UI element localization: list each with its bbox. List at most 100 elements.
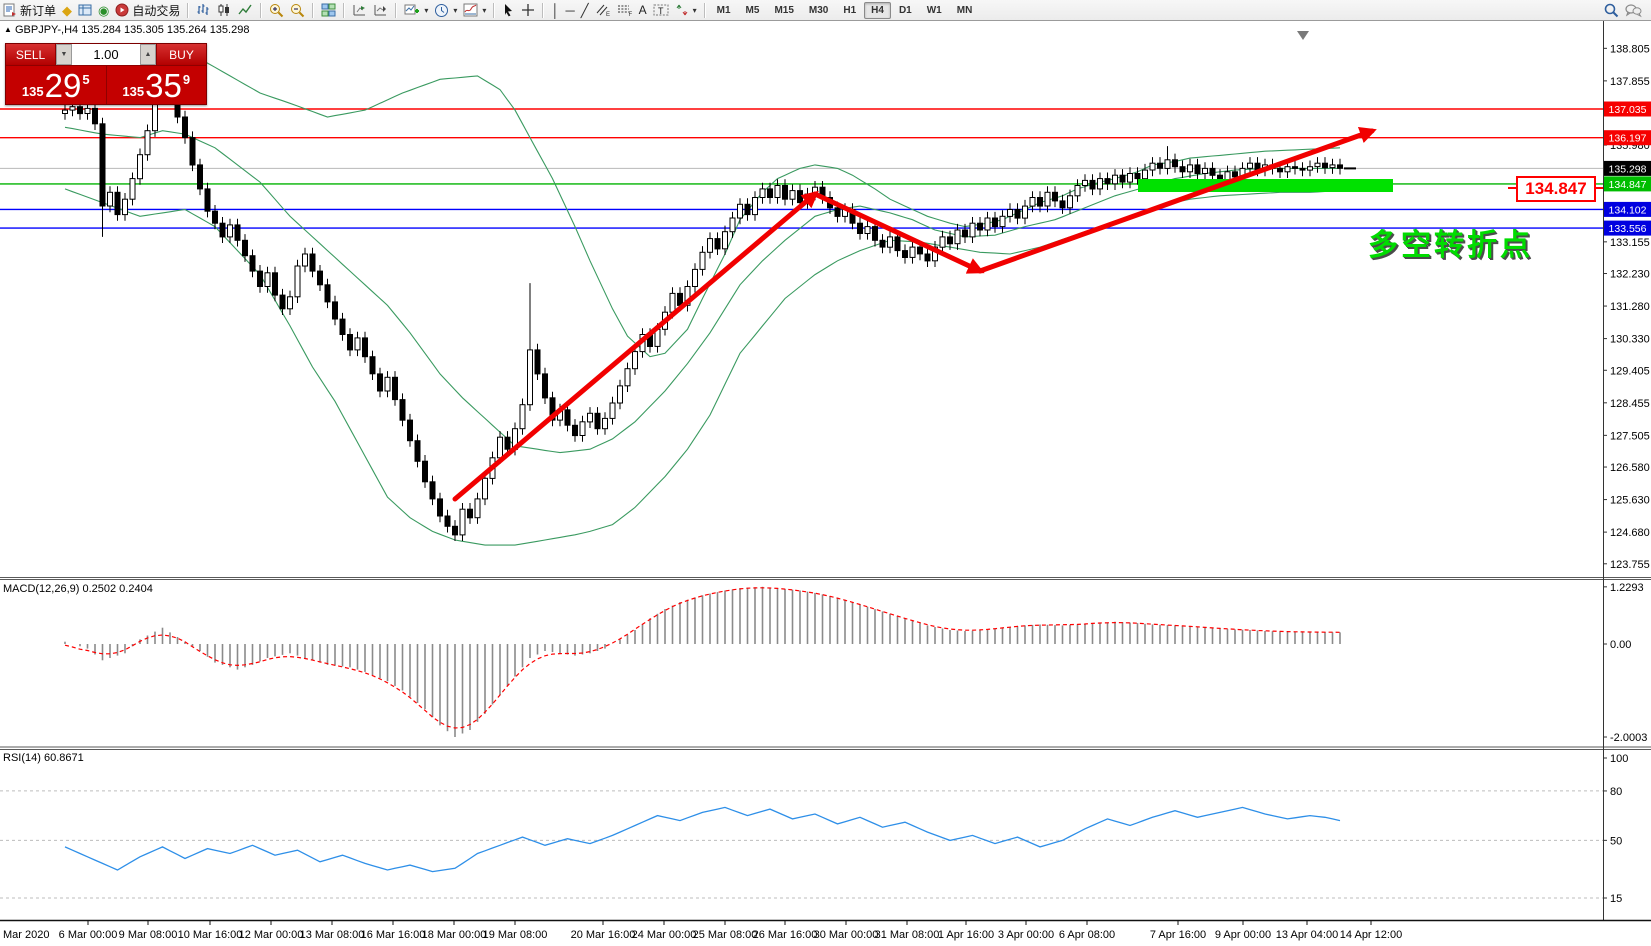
candle-body (1278, 168, 1283, 171)
candle-body (325, 285, 330, 302)
buy-price-prefix: 135 (122, 84, 144, 99)
candle-body (460, 509, 465, 535)
arrows-button[interactable]: ▾ (672, 1, 700, 19)
candle-body (1150, 163, 1155, 170)
candle-body (1075, 186, 1080, 196)
zoom-out-button[interactable] (287, 1, 308, 19)
price-tag-value: 133.556 (1609, 223, 1647, 235)
price-tick-label: 138.805 (1610, 43, 1650, 55)
candle-body (543, 374, 548, 398)
market-watch-button[interactable]: ◆ (59, 1, 75, 19)
trend-arrow-segment[interactable] (455, 194, 815, 499)
trendline-button[interactable]: ╱ (578, 1, 592, 19)
date-label: 10 Mar 16:00 (178, 929, 243, 941)
new-order-label: 新订单 (20, 2, 56, 19)
candle-body (798, 191, 803, 203)
rsi-panel (0, 791, 1603, 898)
candle-body (1023, 206, 1028, 218)
horizontal-line-button[interactable]: ─ (563, 1, 578, 19)
sell-button[interactable]: SELL (6, 44, 56, 65)
zoom-in-button[interactable] (266, 1, 287, 19)
timeframe-M15[interactable]: M15 (767, 2, 800, 19)
candle-body (1323, 163, 1328, 168)
sell-price[interactable]: 135 29 5 (6, 66, 107, 104)
chart-shift-marker[interactable] (1297, 31, 1309, 40)
new-chart-button[interactable]: ▾ (401, 1, 431, 19)
price-tick-label: 126.580 (1610, 462, 1650, 474)
candle-body (1233, 172, 1238, 177)
svg-text:T: T (658, 6, 664, 16)
candle-body (93, 108, 98, 123)
toolbar-right-group (1601, 1, 1645, 19)
candle-body (318, 271, 323, 285)
timeframe-MN[interactable]: MN (950, 2, 980, 19)
search-button[interactable] (1601, 1, 1622, 19)
timeframe-M1[interactable]: M1 (710, 2, 738, 19)
cursor-icon (502, 3, 515, 17)
timeframe-W1[interactable]: W1 (920, 2, 949, 19)
autotrade-button[interactable]: 自动交易 (112, 1, 183, 19)
candle-body (565, 410, 570, 425)
candle-body (948, 237, 953, 244)
candle-body (363, 338, 368, 357)
timeframe-D1[interactable]: D1 (892, 2, 919, 19)
buy-button[interactable]: BUY (156, 44, 206, 65)
equidistant-channel-button[interactable]: E (592, 1, 614, 19)
text-button[interactable]: A (636, 1, 650, 19)
candle-body (993, 218, 998, 227)
buy-price[interactable]: 135 35 9 (107, 66, 207, 104)
candle-body (790, 191, 795, 200)
data-window-button[interactable] (75, 1, 95, 19)
fibonacci-button[interactable]: F (614, 1, 636, 19)
periods-button[interactable]: ▾ (431, 1, 460, 19)
text-label-button[interactable]: T (650, 1, 672, 19)
line-chart-button[interactable] (235, 1, 256, 19)
volume-decrease-button[interactable]: ▼ (56, 44, 72, 65)
rsi-line (65, 807, 1340, 871)
chart-canvas[interactable]: 138.805137.855135.980133.155132.230131.2… (0, 0, 1651, 946)
dropdown-arrow-icon: ▾ (424, 6, 428, 15)
candle-body (783, 186, 788, 200)
candle-body (1113, 175, 1118, 184)
candle-body (603, 418, 608, 428)
navigator-button[interactable]: ◉ (95, 1, 112, 19)
volume-increase-button[interactable]: ▲ (140, 44, 156, 65)
candle-body (1203, 168, 1208, 173)
chart-ohlc-values: 135.284 135.305 135.264 135.298 (81, 24, 249, 36)
cursor-button[interactable] (499, 1, 518, 19)
new-order-button[interactable]: 新订单 (0, 1, 59, 19)
candle-body (1015, 210, 1020, 219)
date-label: 12 Mar 00:00 (239, 929, 304, 941)
tile-windows-button[interactable] (318, 1, 339, 19)
macd-scale-label: -2.0003 (1610, 732, 1647, 744)
chart-end-button[interactable] (370, 1, 391, 19)
bar-chart-button[interactable] (193, 1, 214, 19)
date-label: 7 Apr 16:00 (1150, 929, 1206, 941)
candle-body (1165, 160, 1170, 169)
timeframe-H1[interactable]: H1 (836, 2, 863, 19)
volume-input[interactable]: 1.00 (72, 44, 140, 65)
candle-body (1195, 165, 1200, 174)
rsi-scale-label: 80 (1610, 786, 1622, 798)
chart-forward-button[interactable] (349, 1, 370, 19)
vertical-line-icon: │ (551, 4, 559, 17)
candle-body (273, 273, 278, 295)
chat-button[interactable] (1622, 1, 1645, 19)
crosshair-button[interactable] (518, 1, 538, 19)
timeframe-M30[interactable]: M30 (802, 2, 835, 19)
candle-body (205, 189, 210, 211)
bollinger-lower-band (65, 189, 1340, 545)
candle-body (595, 413, 600, 428)
price-tick-label: 125.630 (1610, 495, 1650, 507)
timeframe-M5[interactable]: M5 (739, 2, 767, 19)
timeframe-H4[interactable]: H4 (864, 2, 891, 19)
vertical-line-button[interactable]: │ (548, 1, 562, 19)
candle-body (333, 302, 338, 319)
candle-body (280, 295, 285, 309)
candlestick-chart-button[interactable] (214, 1, 235, 19)
indicators-button[interactable]: ▾ (460, 1, 489, 19)
toolbar-separator (395, 3, 397, 18)
date-label: 18 Mar 00:00 (422, 929, 487, 941)
candle-body (115, 192, 120, 214)
market-watch-icon: ◆ (62, 4, 72, 17)
